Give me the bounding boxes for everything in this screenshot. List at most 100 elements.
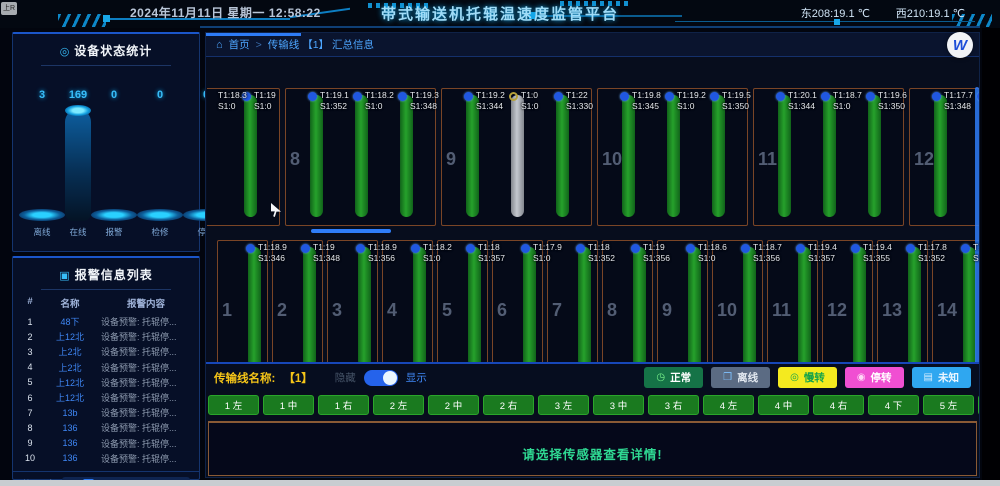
sensor-button[interactable]: 3 中: [593, 395, 644, 415]
temp-reading: T1:17.9: [533, 242, 562, 253]
sensor-bar[interactable]: T1:19.6S1:350: [858, 89, 903, 225]
temp-reading: T1:18.3: [218, 90, 247, 101]
list-icon: ▣: [59, 270, 70, 282]
alarm-row[interactable]: 713b设备预警: 托辊停...: [21, 405, 191, 420]
status-stop-button[interactable]: ◉停转: [845, 367, 904, 388]
alarm-row[interactable]: 8136设备预警: 托辊停...: [21, 420, 191, 435]
speed-reading: S1:: [973, 253, 979, 264]
status-slow-button[interactable]: ◎慢转: [778, 367, 837, 388]
alarm-content: 设备预警: 托辊停...: [101, 437, 191, 450]
temp-reading: T1:22: [566, 90, 593, 101]
sensor-bar[interactable]: T1:19.2S1:0: [657, 89, 702, 225]
sensor-bar[interactable]: T1:19.5S1:350: [702, 89, 747, 225]
sensor-bar[interactable]: T1:19.2S1:344: [456, 89, 501, 225]
sensor-readings: T1:18.2S1:0: [365, 90, 394, 111]
sensor-bar[interactable]: T1:19S1:356: [617, 241, 652, 375]
sensor-bar[interactable]: T1:17.9S1:0: [507, 241, 542, 375]
sensor-button[interactable]: 4 右: [813, 395, 864, 415]
sensor-dot: [977, 92, 979, 101]
sensor-button[interactable]: 2 中: [428, 395, 479, 415]
sensor-bar[interactable]: T1:18.9S1:346: [232, 241, 267, 375]
sensor-bar[interactable]: T1:18.9S1:356: [342, 241, 377, 375]
sensor-readings: T1:18.7S1:356: [753, 242, 782, 263]
speed-reading: S1:357: [478, 253, 505, 264]
bars-row: T1:18.3S1:0T1:19S1:0: [207, 89, 279, 225]
sensor-button[interactable]: 1 中: [263, 395, 314, 415]
alarm-name: 上2北: [39, 345, 101, 358]
speed-reading: S1:0: [677, 101, 706, 112]
speed-reading: S1:344: [476, 101, 505, 112]
vertical-scrollbar[interactable]: [975, 87, 979, 385]
sensor-bar[interactable]: T1:19.1S1:352: [300, 89, 345, 225]
speed-reading: S1:352: [588, 253, 615, 264]
alarm-row[interactable]: 148下设备预警: 托辊停...: [21, 314, 191, 329]
roller-bar: [798, 247, 811, 367]
sensor-button[interactable]: 3 右: [648, 395, 699, 415]
right-margin: [982, 28, 1000, 480]
sensor-bar[interactable]: T1:18S1:352: [562, 241, 597, 375]
roller-bar: [743, 247, 756, 367]
sensor-bar[interactable]: T1:19.3S1:348: [390, 89, 435, 225]
display-toggle[interactable]: [364, 370, 398, 386]
breadcrumb-path[interactable]: 传输线 【1】 汇总信息: [268, 37, 374, 52]
temp-reading: T1:17.7: [944, 90, 973, 101]
sensor-button[interactable]: 3 左: [538, 395, 589, 415]
sensor-bar[interactable]: T1:18.2S1:0: [397, 241, 432, 375]
sensor-readings: T1:19.3S1:348: [410, 90, 439, 111]
sensor-dot: [521, 244, 530, 253]
horizontal-scrollbar-thumb-top[interactable]: [311, 229, 391, 233]
sensor-bar[interactable]: T1:18S1:357: [452, 241, 487, 375]
group-number: 4: [387, 300, 397, 321]
status-unknown-button[interactable]: ▤未知: [912, 367, 971, 388]
sensor-bar[interactable]: T1:0S1:0: [501, 89, 546, 225]
alarm-row[interactable]: 4上2北设备预警: 托辊停...: [21, 360, 191, 375]
sensor-button[interactable]: [978, 395, 979, 415]
sensor-bar[interactable]: T1:18.2S1:0: [345, 89, 390, 225]
speed-reading: S1:355: [863, 253, 892, 264]
roller-bar: [633, 247, 646, 367]
sensor-button[interactable]: 5 左: [923, 395, 974, 415]
alarm-row[interactable]: 9136设备预警: 托辊停...: [21, 436, 191, 451]
folder-icon: ❒: [723, 372, 732, 383]
group-number: 10: [717, 300, 737, 321]
sensor-dot: [353, 92, 362, 101]
status-offline-button[interactable]: ❒离线: [711, 367, 770, 388]
sensor-button[interactable]: 4 左: [703, 395, 754, 415]
speed-reading: S1:0: [254, 101, 276, 112]
sensor-row-top: T1:18.3S1:0T1:19S1:08T1:19.1S1:352T1:18.…: [207, 88, 979, 226]
group-number: 9: [446, 149, 456, 170]
sensor-button[interactable]: 1 右: [318, 395, 369, 415]
speed-reading: S1:0: [698, 253, 727, 264]
sensor-button[interactable]: 4 中: [758, 395, 809, 415]
sensor-bar[interactable]: T1:18.6S1:0: [672, 241, 707, 375]
sensor-button[interactable]: 2 左: [373, 395, 424, 415]
sensor-bar[interactable]: T1:19S1:348: [287, 241, 322, 375]
alarm-index: 8: [21, 423, 39, 433]
alarm-name: 上12北: [39, 376, 101, 389]
sensor-bar[interactable]: T1:22S1:330: [546, 89, 591, 225]
stat-value: 169: [69, 89, 87, 101]
group-number: 13: [882, 300, 902, 321]
group-number: 1: [222, 300, 232, 321]
alarm-row[interactable]: 2上12北设备预警: 托辊停...: [21, 329, 191, 344]
speed-reading: S1:348: [944, 101, 973, 112]
alarm-row[interactable]: 5上12北设备预警: 托辊停...: [21, 375, 191, 390]
temp-reading: T1:0: [521, 90, 539, 101]
alarm-row[interactable]: 6上12北设备预警: 托辊停...: [21, 390, 191, 405]
sensor-bar[interactable]: T1:18.7S1:0: [813, 89, 858, 225]
status-normal-button[interactable]: ◷正常: [644, 367, 703, 388]
stat-column: 169在线: [65, 89, 91, 238]
roller-bar: [310, 95, 323, 217]
sensor-button[interactable]: 4 下: [868, 395, 919, 415]
temp-reading: T1:17.8: [918, 242, 947, 253]
sensor-bar[interactable]: T1:18.3S1:0: [218, 89, 234, 225]
temp-reading: T1:19.8: [632, 90, 661, 101]
alarm-index: 7: [21, 408, 39, 418]
sensor-dot: [301, 244, 310, 253]
alarm-row[interactable]: 3上2北设备预警: 托辊停...: [21, 344, 191, 359]
sensor-dot: [665, 92, 674, 101]
alarm-row[interactable]: 10136设备预警: 托辊停...: [21, 451, 191, 466]
sensor-button[interactable]: 1 左: [208, 395, 259, 415]
sensor-button[interactable]: 2 右: [483, 395, 534, 415]
breadcrumb-home[interactable]: 首页: [229, 37, 250, 52]
